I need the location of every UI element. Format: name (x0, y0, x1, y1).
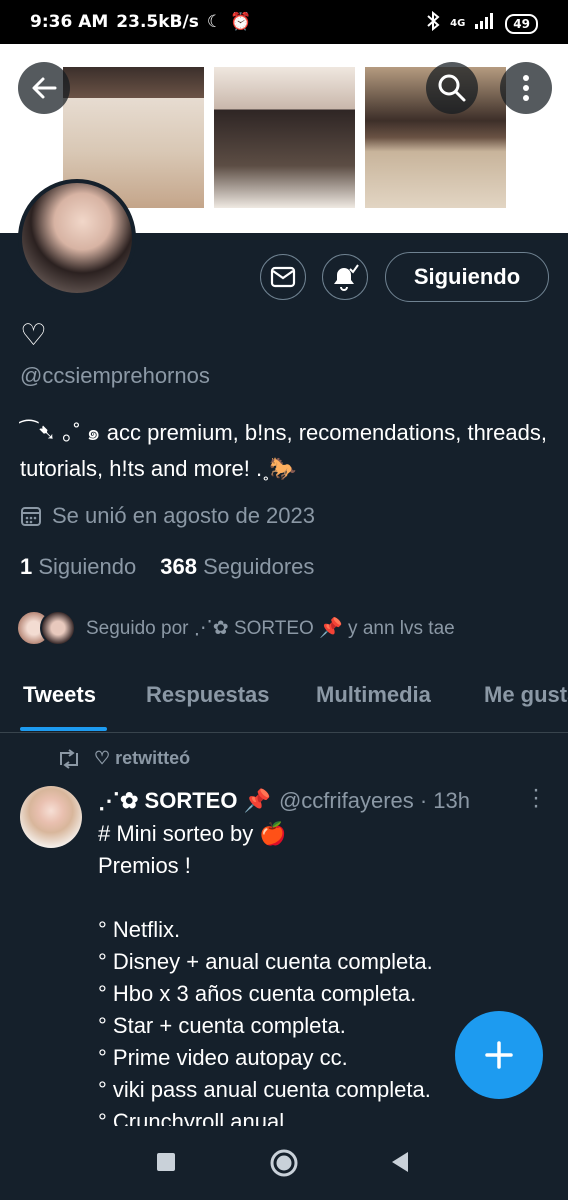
envelope-icon (270, 266, 296, 288)
signal-icon (475, 13, 495, 34)
tab-tweets[interactable]: Tweets (23, 682, 96, 708)
tweet-author-name[interactable]: ⋰✿ SORTEO 📌 (98, 788, 271, 814)
status-speed: 23.5kB/s (116, 12, 199, 32)
nav-back-triangle-icon[interactable] (390, 1151, 410, 1173)
back-arrow-icon (32, 77, 57, 99)
tab-likes[interactable]: Me gusta (484, 682, 568, 708)
joined-date: Se unió en agosto de 2023 (20, 503, 315, 529)
followed-by-avatars (16, 610, 76, 646)
bell-check-icon (334, 264, 359, 291)
tweet-author-meta: @ccfrifayeres · 13h (278, 788, 471, 813)
retweet-icon (60, 748, 78, 769)
following-link[interactable]: 1 Siguiendo (20, 554, 136, 580)
search-icon (438, 74, 466, 102)
joined-text: Se unió en agosto de 2023 (52, 503, 316, 528)
bluetooth-icon (426, 10, 440, 36)
more-options-button[interactable] (500, 62, 552, 114)
notifications-button[interactable] (322, 254, 368, 300)
followers-count: 368 (160, 554, 197, 579)
banner-photo-2 (214, 67, 355, 208)
followers-label: Seguidores (203, 554, 315, 579)
compose-plus-icon (485, 1041, 513, 1069)
tab-media[interactable]: Multimedia (316, 682, 431, 708)
profile-avatar[interactable] (18, 179, 136, 297)
nav-circle-icon[interactable] (269, 1148, 299, 1178)
profile-bio: ⁀➷ ｡˚ ๑ acc premium, b!ns, recomendation… (20, 420, 547, 481)
profile-tabs: Tweets Respuestas Multimedia Me gusta (0, 668, 568, 733)
alarm-icon: ⏰ (230, 12, 252, 32)
search-button[interactable] (426, 62, 478, 114)
follow-counts: 1 Siguiendo 368 Seguidores (20, 554, 314, 580)
active-tab-indicator (20, 727, 107, 731)
retweet-label: ♡ retwitteó (94, 748, 191, 768)
following-count: 1 (20, 554, 33, 579)
profile-handle: @ccsiemprehornos (20, 363, 210, 388)
tweet-header: ⋰✿ SORTEO 📌 @ccfrifayeres · 13h (98, 788, 538, 814)
followers-link[interactable]: 368 Seguidores (160, 554, 314, 580)
more-vertical-icon (523, 75, 529, 101)
followed-by-text: Seguido por ⋰✿ SORTEO 📌 y ann lvs tae (86, 618, 455, 639)
back-button[interactable] (18, 62, 70, 114)
tab-replies[interactable]: Respuestas (146, 682, 270, 708)
followed-by[interactable]: Seguido por ⋰✿ SORTEO 📌 y ann lvs tae (16, 610, 455, 646)
avatar (40, 610, 76, 646)
message-button[interactable] (260, 254, 306, 300)
moon-icon: ☾ (206, 12, 223, 32)
retweet-context: ♡ retwitteó (56, 748, 190, 769)
status-bar: 9:36 AM 23.5kB/s ☾ ⏰ 4G 49 (0, 0, 568, 44)
nav-square-icon[interactable] (156, 1152, 176, 1172)
calendar-icon (21, 507, 41, 526)
following-button[interactable]: Siguiendo (385, 252, 549, 302)
battery-indicator: 49 (505, 13, 538, 34)
android-nav-bar (0, 1126, 568, 1200)
status-time: 9:36 AM (30, 12, 109, 32)
network-type: 4G (450, 18, 466, 29)
tweet-more-icon[interactable]: · · · (530, 778, 542, 818)
following-label: Siguiendo (38, 554, 137, 579)
tweet-author-avatar[interactable] (20, 786, 82, 848)
compose-button[interactable] (455, 1011, 543, 1099)
profile-name: ♡ (20, 319, 47, 352)
